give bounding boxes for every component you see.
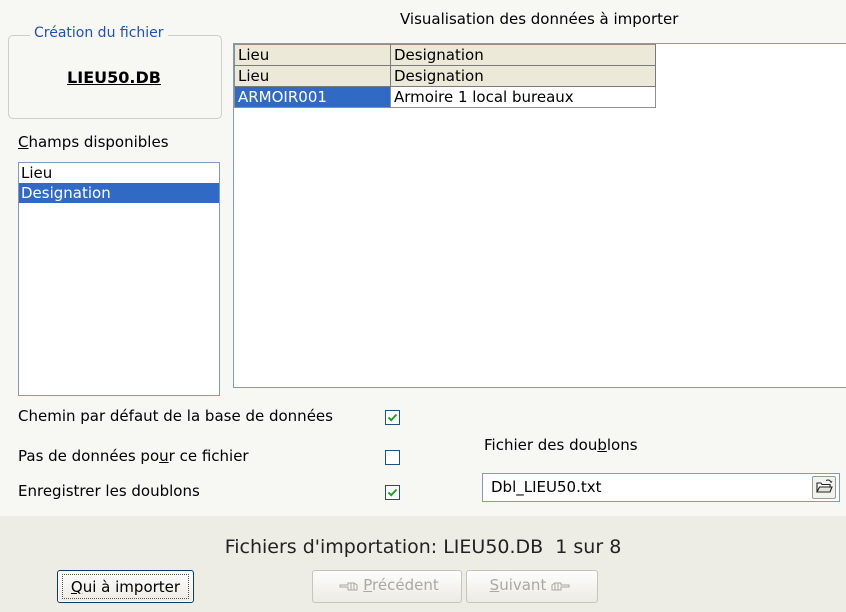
list-item[interactable]: Lieu	[19, 163, 219, 183]
grid-mapping-cell[interactable]: Designation	[390, 65, 656, 87]
table-cell[interactable]: Armoire 1 local bureaux	[390, 86, 656, 108]
next-button[interactable]: Suivant	[466, 570, 598, 603]
file-creation-legend: Création du fichier	[30, 25, 168, 41]
duplicates-file-input[interactable]: Dbl_LIEU50.txt	[482, 473, 840, 502]
save-duplicates-checkbox[interactable]	[385, 485, 400, 500]
default-path-checkbox[interactable]	[385, 410, 400, 425]
grid-header-row: Lieu Designation	[234, 44, 656, 66]
checkmark-icon	[387, 413, 398, 422]
no-data-checkbox[interactable]	[385, 450, 400, 465]
grid-header-cell[interactable]: Lieu	[234, 44, 391, 66]
no-data-label: Pas de données pour ce fichier	[18, 447, 249, 465]
data-preview-grid[interactable]: Lieu Designation Lieu Designation ARMOIR…	[233, 43, 846, 388]
grid-header-cell[interactable]: Designation	[390, 44, 656, 66]
file-name-label: LIEU50.DB	[67, 68, 161, 87]
save-duplicates-label: Enregistrer les doublons	[18, 482, 200, 500]
table-cell[interactable]: ARMOIR001	[234, 86, 391, 108]
hand-pointing-right-icon	[551, 582, 570, 590]
preview-title: Visualisation des données à importer	[400, 10, 679, 28]
import-status-text: Fichiers d'importation: LIEU50.DB 1 sur …	[224, 536, 622, 558]
default-path-label: Chemin par défaut de la base de données	[18, 407, 333, 425]
available-fields-label: Champs disponibles	[18, 133, 169, 151]
list-item[interactable]: Designation	[19, 183, 219, 203]
duplicates-file-value[interactable]: Dbl_LIEU50.txt	[491, 478, 601, 496]
import-button-focus: Qui à importer	[62, 574, 189, 599]
duplicates-file-label: Fichier des doublons	[484, 436, 638, 454]
import-button[interactable]: Qui à importer	[57, 570, 194, 603]
previous-button[interactable]: Précédent	[312, 570, 462, 603]
hand-pointing-left-icon	[339, 582, 358, 590]
checkmark-icon	[387, 488, 398, 497]
browse-button[interactable]	[812, 476, 836, 499]
folder-open-icon	[816, 479, 833, 493]
table-row[interactable]: ARMOIR001 Armoire 1 local bureaux	[234, 86, 656, 108]
grid-mapping-cell[interactable]: Lieu	[234, 65, 391, 87]
available-fields-listbox[interactable]: Lieu Designation	[18, 162, 220, 396]
grid-mapping-row: Lieu Designation	[234, 65, 656, 87]
